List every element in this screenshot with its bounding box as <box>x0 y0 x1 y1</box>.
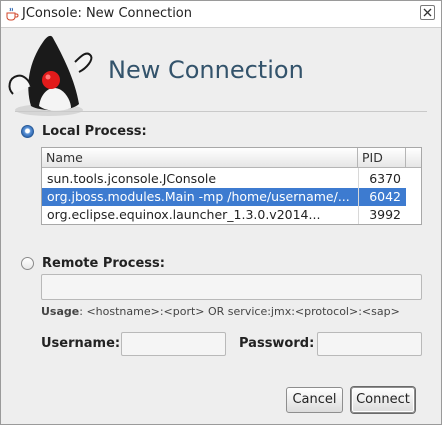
remote-process-label[interactable]: Remote Process: <box>42 256 165 271</box>
table-row[interactable]: org.eclipse.equinox.launcher_1.3.0.v2014… <box>42 206 406 224</box>
table-row-selected[interactable]: org.jboss.modules.Main -mp /home/usernam… <box>42 188 406 206</box>
close-icon <box>423 8 432 17</box>
local-process-table[interactable]: Name PID sun.tools.jconsole.JConsole 637… <box>41 147 422 225</box>
title-bar[interactable]: JConsole: New Connection <box>1 1 441 28</box>
process-pid: 6370 <box>369 171 401 186</box>
process-name: org.eclipse.equinox.launcher_1.3.0.v2014… <box>47 207 321 222</box>
column-header-pid[interactable]: PID <box>358 148 406 168</box>
connect-button[interactable]: Connect <box>351 387 415 413</box>
header-title: New Connection <box>108 56 304 84</box>
column-divider <box>358 168 359 224</box>
remote-process-radio[interactable] <box>21 257 34 270</box>
cancel-button[interactable]: Cancel <box>286 387 343 413</box>
column-header-filler <box>406 148 421 168</box>
username-label: Username: <box>41 336 121 351</box>
new-connection-dialog: JConsole: New Connection New Connection … <box>0 0 442 425</box>
java-coffee-cup-icon <box>5 6 19 21</box>
process-name: org.jboss.modules.Main -mp /home/usernam… <box>47 189 350 204</box>
usage-label: Usage <box>41 305 80 318</box>
usage-hint: Usage: <hostname>:<port> OR service:jmx:… <box>41 305 400 318</box>
column-header-name[interactable]: Name <box>42 148 358 168</box>
window-title: JConsole: New Connection <box>22 6 192 21</box>
usage-text: : <hostname>:<port> OR service:jmx:<prot… <box>79 305 400 318</box>
process-pid: 3992 <box>369 207 401 222</box>
local-process-radio[interactable] <box>21 125 34 138</box>
close-button[interactable] <box>420 5 435 20</box>
password-label: Password: <box>239 336 315 351</box>
process-pid: 6042 <box>369 189 401 204</box>
remote-process-input[interactable] <box>41 274 422 300</box>
duke-mascot <box>8 35 93 116</box>
password-field[interactable] <box>317 332 422 356</box>
process-name: sun.tools.jconsole.JConsole <box>47 171 217 186</box>
local-process-label[interactable]: Local Process: <box>42 124 147 139</box>
header-separator <box>15 111 427 112</box>
username-field[interactable] <box>121 332 226 356</box>
table-row[interactable]: sun.tools.jconsole.JConsole 6370 <box>42 170 406 188</box>
